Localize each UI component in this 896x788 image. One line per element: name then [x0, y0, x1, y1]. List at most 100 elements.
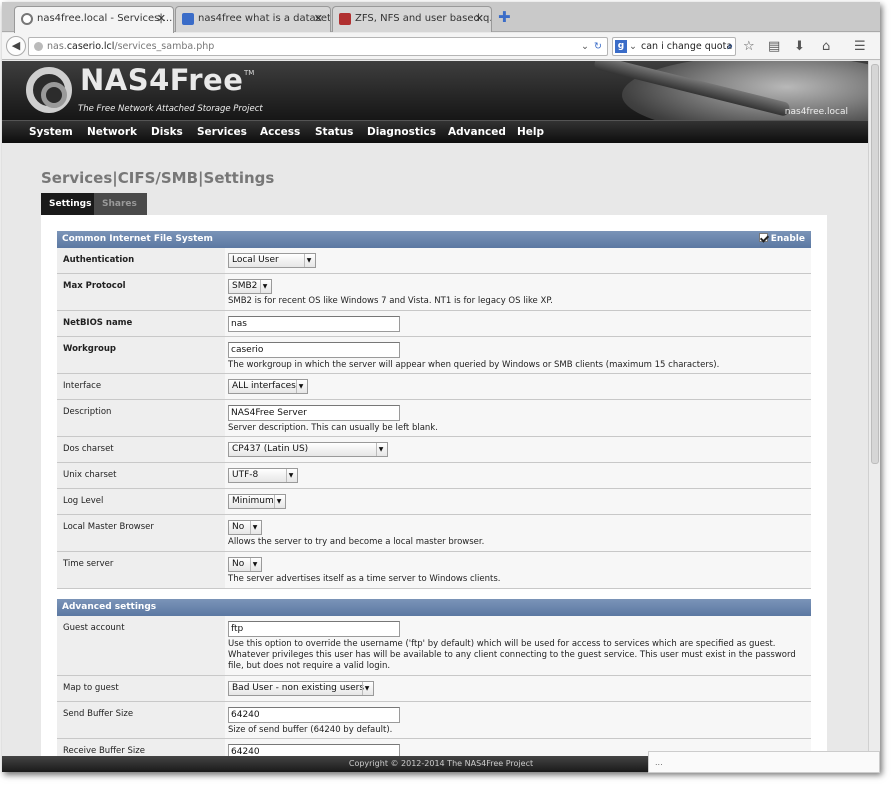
- settings-panel: Common Internet File System Enable Authe…: [41, 215, 827, 759]
- dos-charset-select[interactable]: CP437 (Latin US) ▼: [228, 442, 388, 457]
- nas4free-header: NAS4Free TM The Free Network Attached St…: [2, 61, 868, 120]
- chevron-down-icon: ▼: [250, 521, 259, 534]
- guest-account-input[interactable]: ftp: [228, 621, 400, 637]
- close-tab-icon[interactable]: ✕: [157, 12, 166, 25]
- browser-window: nas4free.local - Services|... ✕ nas4free…: [2, 2, 880, 772]
- home-icon[interactable]: ⌂: [822, 38, 830, 55]
- google-search-icon[interactable]: g: [615, 40, 627, 53]
- local-master-browser-select[interactable]: No ▼: [228, 520, 262, 535]
- logo-tagline: The Free Network Attached Storage Projec…: [78, 104, 263, 114]
- download-icon[interactable]: ⬇: [794, 38, 805, 55]
- browser-tab-zfs[interactable]: ZFS, NFS and user based q... ✕: [332, 6, 492, 32]
- menu-disks[interactable]: Disks: [151, 126, 183, 138]
- nas4free-logo-icon[interactable]: [26, 67, 72, 113]
- address-bar[interactable]: nas.caserio.lcl/services_samba.php ⌄ ↻: [28, 37, 608, 56]
- section-title: Common Internet File System: [62, 234, 213, 244]
- log-level-select[interactable]: Minimum ▼: [228, 494, 286, 509]
- bookmarks-list-icon[interactable]: ▤: [768, 38, 780, 55]
- field-label: Send Buffer Size: [57, 702, 225, 738]
- unix-charset-select[interactable]: UTF-8 ▼: [228, 468, 298, 483]
- menu-help[interactable]: Help: [517, 126, 544, 138]
- menu-status[interactable]: Status: [315, 126, 353, 138]
- scrollbar-thumb[interactable]: [871, 64, 879, 464]
- chevron-down-icon: ▼: [260, 280, 269, 293]
- field-label: NetBIOS name: [57, 311, 225, 336]
- vertical-scrollbar[interactable]: [868, 61, 880, 759]
- page-title: Services|CIFS/SMB|Settings: [41, 169, 275, 187]
- field-hint: Server description. This can usually be …: [228, 423, 438, 433]
- chevron-down-icon[interactable]: ⌄: [629, 38, 637, 55]
- menu-access[interactable]: Access: [260, 126, 300, 138]
- browser-tab-services[interactable]: nas4free.local - Services|... ✕: [14, 6, 174, 33]
- select-value: Bad User - non existing users: [232, 683, 365, 693]
- time-server-select[interactable]: No ▼: [228, 557, 262, 572]
- tab-title: nas4free.local - Services|...: [37, 13, 173, 24]
- send-buffer-size-input[interactable]: 64240: [228, 707, 400, 723]
- field-hint: Use this option to override the username…: [228, 639, 811, 672]
- row-authentication: Authentication Local User ▼: [57, 248, 811, 274]
- loading-icon: [21, 13, 33, 25]
- section-header-cifs: Common Internet File System Enable: [57, 231, 811, 248]
- field-label: Authentication: [57, 248, 225, 273]
- description-input[interactable]: NAS4Free Server: [228, 405, 400, 421]
- search-icon[interactable]: ⌕: [728, 38, 733, 55]
- menu-icon[interactable]: ☰: [854, 38, 866, 55]
- logo-text[interactable]: NAS4Free: [80, 63, 243, 97]
- field-label: Interface: [57, 374, 225, 399]
- enable-checkbox[interactable]: [758, 233, 768, 242]
- site-identity-icon[interactable]: [34, 42, 43, 51]
- reload-icon[interactable]: ↻: [594, 38, 602, 55]
- map-to-guest-select[interactable]: Bad User - non existing users ▼: [228, 681, 374, 696]
- close-tab-icon[interactable]: ✕: [314, 12, 323, 25]
- workgroup-input[interactable]: caserio: [228, 342, 400, 358]
- field-hint: The server advertises itself as a time s…: [228, 574, 501, 584]
- chevron-down-icon: ▼: [362, 682, 371, 695]
- row-guest-account: Guest account ftp Use this option to ove…: [57, 616, 811, 676]
- row-send-buffer-size: Send Buffer Size 64240 Size of send buff…: [57, 702, 811, 739]
- row-local-master-browser: Local Master Browser No ▼ Allows the serv…: [57, 515, 811, 552]
- hint-line: Use this option to override the username…: [228, 639, 776, 649]
- field-label: Map to guest: [57, 676, 225, 701]
- row-time-server: Time server No ▼ The server advertises it…: [57, 552, 811, 589]
- close-tab-icon[interactable]: ✕: [475, 12, 484, 25]
- authentication-select[interactable]: Local User ▼: [228, 253, 316, 268]
- row-dos-charset: Dos charset CP437 (Latin US) ▼: [57, 437, 811, 463]
- row-workgroup: Workgroup caserio The workgroup in which…: [57, 337, 811, 374]
- enable-label: Enable: [770, 234, 805, 244]
- field-hint: SMB2 is for recent OS like Windows 7 and…: [228, 296, 553, 306]
- menu-system[interactable]: System: [29, 126, 73, 138]
- chevron-down-icon: ▼: [296, 380, 305, 393]
- menu-diagnostics[interactable]: Diagnostics: [367, 126, 436, 138]
- field-label: Guest account: [57, 616, 225, 675]
- tab-shares[interactable]: Shares: [94, 193, 147, 215]
- field-hint: The workgroup in which the server will a…: [228, 360, 720, 370]
- back-arrow-icon[interactable]: ◀: [6, 36, 26, 56]
- max-protocol-select[interactable]: SMB2 ▼: [228, 279, 272, 294]
- field-label: Workgroup: [57, 337, 225, 373]
- menu-network[interactable]: Network: [87, 126, 137, 138]
- tab-settings[interactable]: Settings: [41, 193, 94, 215]
- notification-popup[interactable]: ...: [648, 751, 880, 773]
- netbios-name-input[interactable]: nas: [228, 316, 400, 332]
- chevron-down-icon: ▼: [304, 254, 313, 267]
- search-input[interactable]: g ⌄ can i change quota ⌕: [612, 37, 736, 56]
- chevron-down-icon[interactable]: ⌄: [581, 38, 589, 55]
- field-hint: Allows the server to try and become a lo…: [228, 537, 485, 547]
- browser-tab-dataset[interactable]: nas4free what is a dataset ... ✕: [175, 6, 331, 32]
- menu-advanced[interactable]: Advanced: [448, 126, 506, 138]
- tab-title: ZFS, NFS and user based q...: [355, 13, 492, 24]
- row-log-level: Log Level Minimum ▼: [57, 489, 811, 515]
- chevron-down-icon: ▼: [274, 495, 283, 508]
- tab-title: nas4free what is a dataset ...: [198, 13, 331, 24]
- enable-toggle[interactable]: Enable: [758, 231, 805, 248]
- menu-services[interactable]: Services: [197, 126, 247, 138]
- url-host: caserio.lcl: [66, 41, 115, 52]
- row-interface: Interface ALL interfaces ▼: [57, 374, 811, 400]
- logo-trademark: TM: [244, 69, 255, 77]
- select-value: No: [232, 559, 245, 569]
- bookmark-star-icon[interactable]: ☆: [743, 38, 755, 55]
- select-value: Local User: [232, 255, 279, 265]
- interface-select[interactable]: ALL interfaces ▼: [228, 379, 308, 394]
- new-tab-icon[interactable]: ✚: [498, 8, 511, 26]
- chevron-down-icon: ▼: [250, 558, 259, 571]
